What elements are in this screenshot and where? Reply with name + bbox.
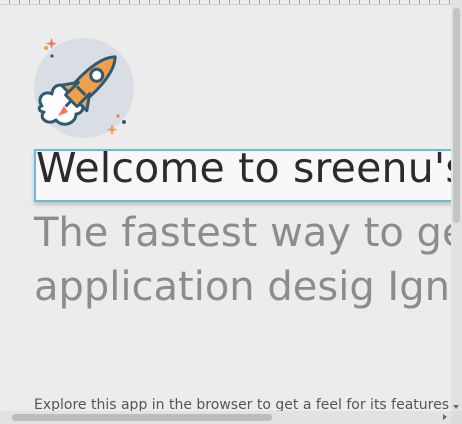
welcome-title-box[interactable]: Welcome to sreenu's bbox=[34, 149, 451, 202]
welcome-title: Welcome to sreenu's bbox=[36, 149, 451, 192]
welcome-subtitle: The fastest way to ge with application d… bbox=[34, 210, 451, 310]
vertical-scroll-thumb[interactable] bbox=[453, 8, 460, 223]
scrollbar-corner bbox=[451, 411, 462, 424]
welcome-body-text: Explore this app in the browser to get a… bbox=[34, 397, 450, 411]
scroll-down-arrow-icon[interactable] bbox=[453, 405, 459, 409]
welcome-page: Welcome to sreenu's The fastest way to g… bbox=[0, 0, 451, 411]
horizontal-scroll-thumb[interactable] bbox=[12, 414, 272, 421]
horizontal-scrollbar[interactable] bbox=[0, 411, 451, 424]
scroll-right-arrow-icon[interactable] bbox=[443, 414, 447, 420]
rocket-launch-icon bbox=[34, 38, 134, 138]
vertical-scrollbar[interactable] bbox=[451, 0, 462, 411]
